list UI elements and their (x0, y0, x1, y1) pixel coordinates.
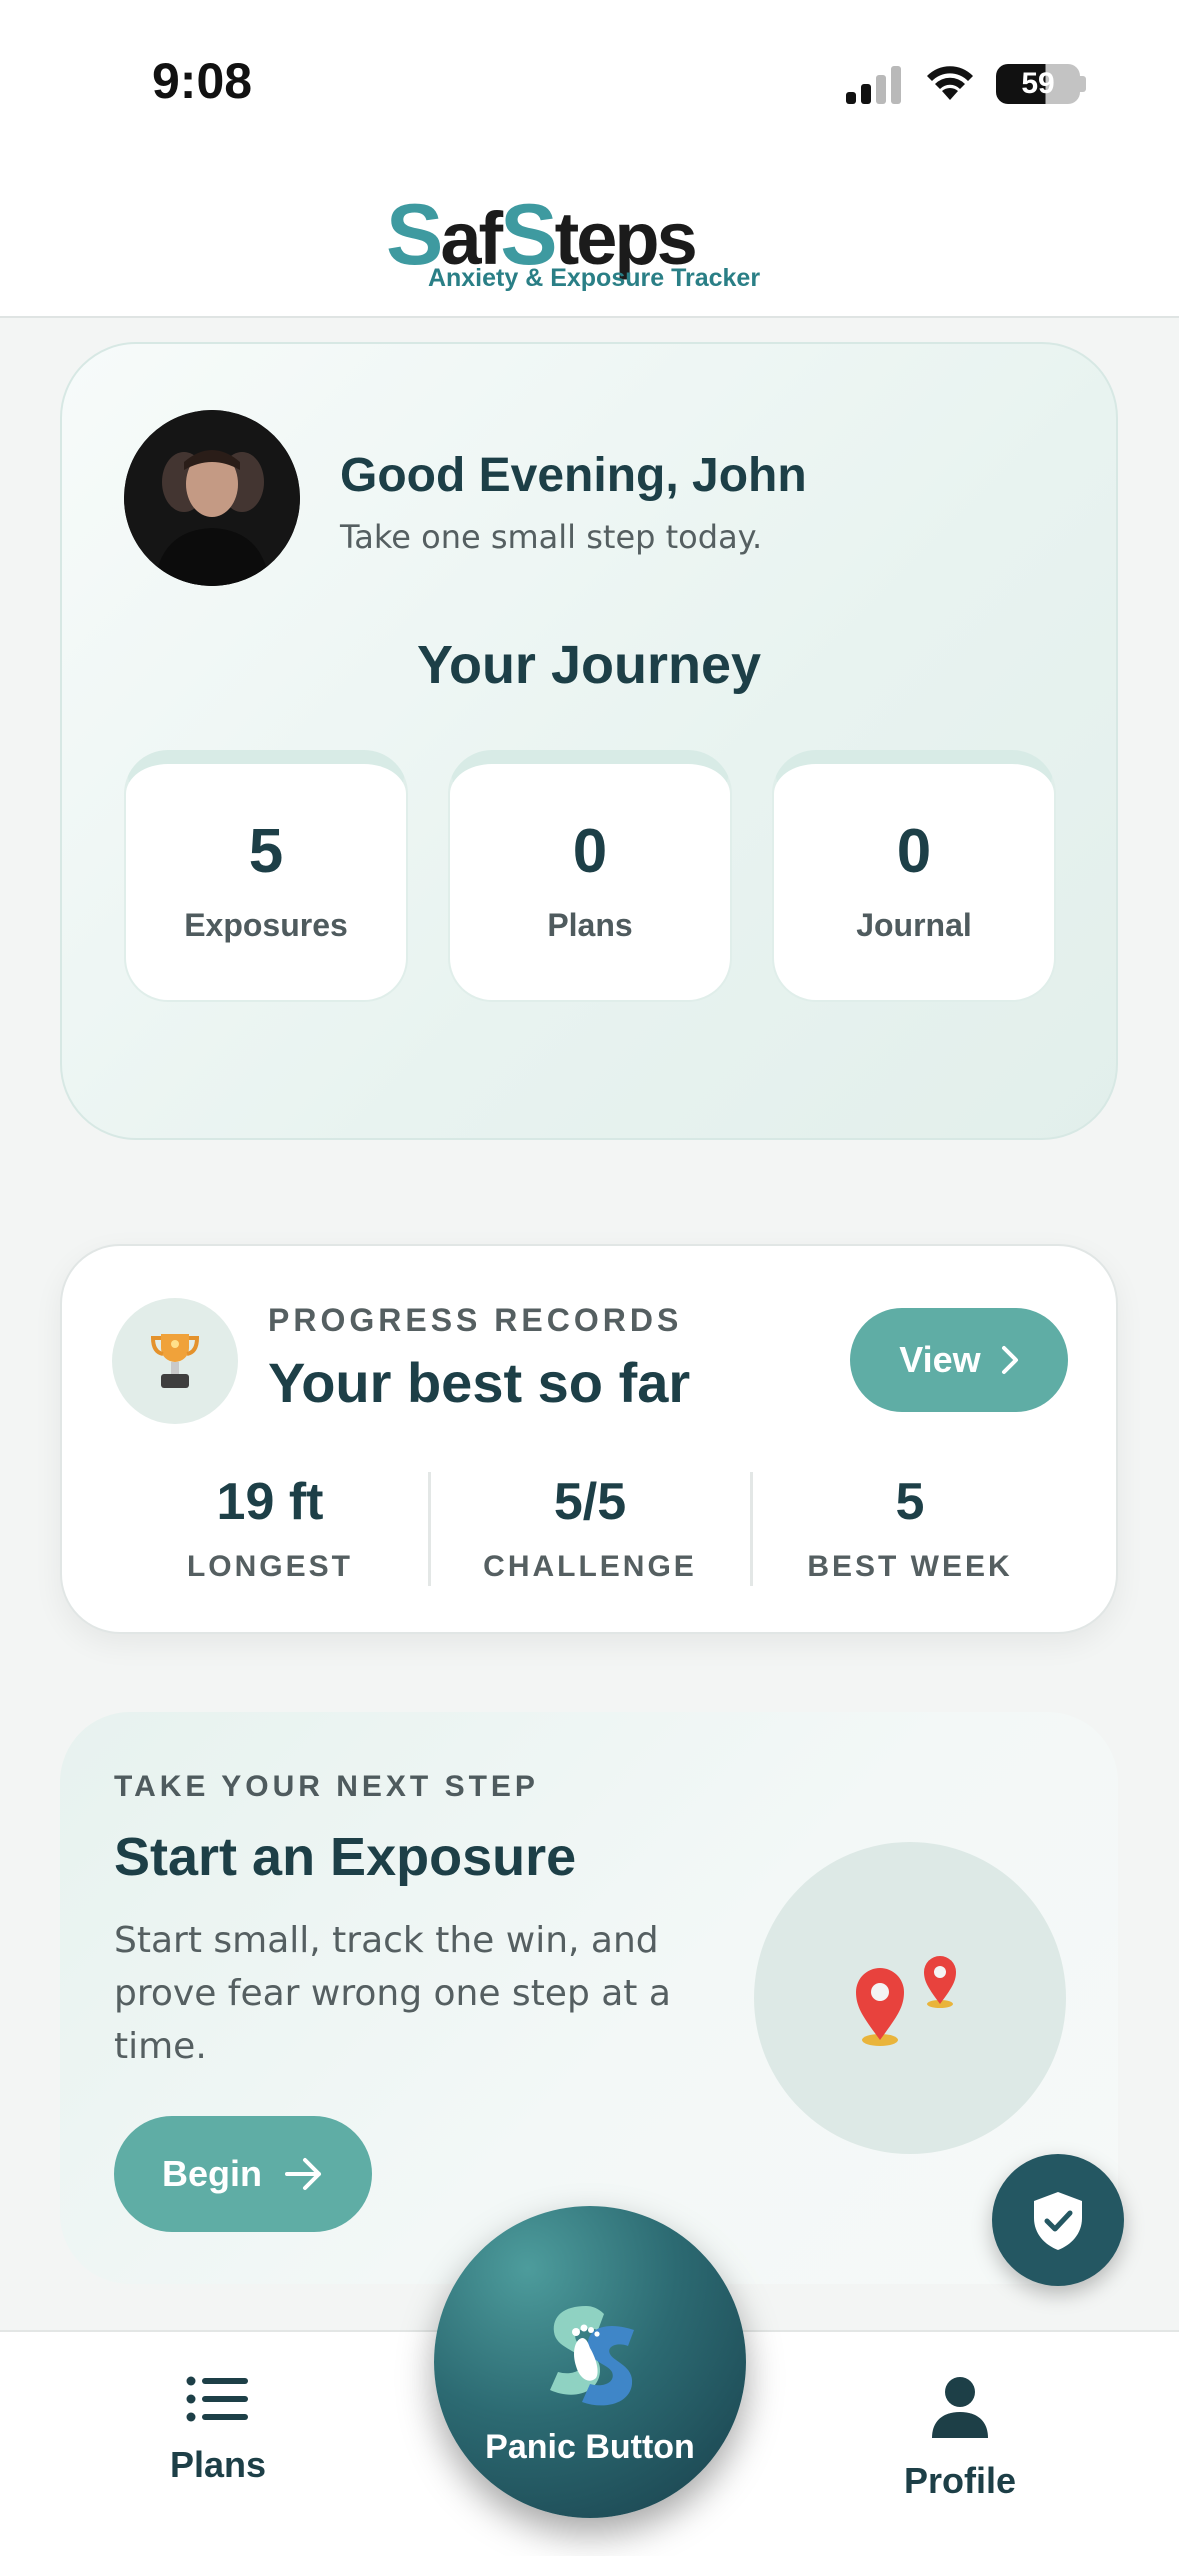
exposure-body: Start small, track the win, and prove fe… (114, 1920, 671, 2067)
status-time: 9:08 (152, 53, 253, 109)
chevron-right-icon (1001, 1346, 1018, 1374)
battery-cap (1080, 76, 1086, 92)
map-illustration (754, 1842, 1066, 2154)
stat-value: 0 (572, 817, 608, 886)
list-icon (186, 2376, 248, 2422)
progress-title: Your best so far (268, 1351, 691, 1414)
stat-label: Journal (856, 907, 972, 943)
stat-value: 5 (248, 817, 284, 886)
stat-value: 0 (896, 817, 932, 886)
metric-value: 19 ft (216, 1473, 324, 1531)
nav-profile-label: Profile (903, 2460, 1017, 2501)
trophy-icon (150, 1334, 200, 1388)
battery-level: 59 (1021, 67, 1055, 100)
metric-longest: 19 ft LONGEST (110, 1472, 430, 1584)
stat-label: Plans (547, 907, 633, 943)
progress-records-card: PROGRESS RECORDS Your best so far View 1… (60, 1244, 1118, 1634)
shield-check-icon (1034, 2192, 1082, 2250)
stat-exposures[interactable]: 5 Exposures (124, 750, 408, 1002)
metric-label: BEST WEEK (807, 1550, 1013, 1583)
stat-journal[interactable]: 0 Journal (772, 750, 1056, 1002)
safety-shield-button[interactable] (992, 2154, 1124, 2286)
begin-button-label: Begin (161, 2153, 262, 2194)
greeting-subtitle: Take one small step today. (340, 518, 763, 556)
arrow-right-icon (285, 2158, 321, 2190)
map-pins-icon (856, 1956, 956, 2046)
stat-plans[interactable]: 0 Plans (448, 750, 732, 1002)
wifi-icon (927, 66, 973, 100)
journey-title: Your Journey (416, 635, 762, 695)
greeting-title: Good Evening, John (340, 449, 807, 502)
nav-profile[interactable]: Profile (850, 2376, 1070, 2502)
journey-card: Good Evening, John Take one small step t… (60, 342, 1118, 1140)
safesteps-logo-icon (550, 2306, 634, 2406)
avatar-photo (124, 410, 300, 586)
metric-challenge: 5/5 CHALLENGE (430, 1472, 750, 1584)
metric-value: 5 (895, 1473, 925, 1531)
nav-plans-label: Plans (169, 2444, 267, 2485)
person-icon (932, 2377, 988, 2438)
battery-icon: 59 (996, 64, 1080, 104)
top-bar: 9:08 59 SafSteps Anxiety & Exposure Trac… (0, 0, 1179, 318)
stat-label: Exposures (184, 907, 348, 943)
exposure-title: Start an Exposure (114, 1827, 577, 1887)
metric-best-week: 5 BEST WEEK (750, 1472, 1070, 1584)
start-exposure-card: TAKE YOUR NEXT STEP Start an Exposure St… (60, 1712, 1118, 2284)
cellular-signal-icon (846, 66, 901, 104)
trophy-badge (112, 1298, 238, 1424)
progress-eyebrow: PROGRESS RECORDS (268, 1302, 683, 1338)
logo-wordmark: SafSteps (386, 186, 786, 283)
nav-plans[interactable]: Plans (108, 2376, 328, 2486)
logo-tagline: Anxiety & Exposure Tracker (427, 264, 761, 292)
panic-button-label: Panic Button (485, 2428, 695, 2466)
exposure-eyebrow: TAKE YOUR NEXT STEP (114, 1770, 539, 1803)
panic-button[interactable]: Panic Button (434, 2206, 746, 2518)
begin-button[interactable]: Begin (114, 2116, 372, 2232)
metric-label: CHALLENGE (483, 1550, 697, 1583)
app-logo: SafSteps Anxiety & Exposure Tracker (386, 186, 786, 296)
view-button[interactable]: View (850, 1308, 1068, 1412)
metric-value: 5/5 (553, 1473, 627, 1531)
avatar[interactable] (124, 410, 300, 586)
metric-label: LONGEST (186, 1550, 353, 1583)
view-button-label: View (899, 1339, 981, 1380)
